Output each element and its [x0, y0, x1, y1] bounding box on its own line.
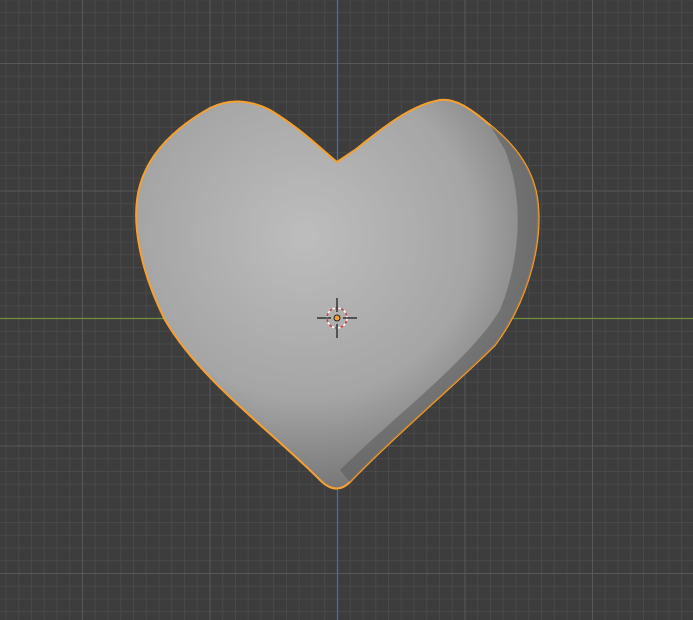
viewport-canvas — [0, 0, 693, 620]
3d-viewport[interactable] — [0, 0, 693, 620]
object-origin-icon — [333, 314, 341, 322]
